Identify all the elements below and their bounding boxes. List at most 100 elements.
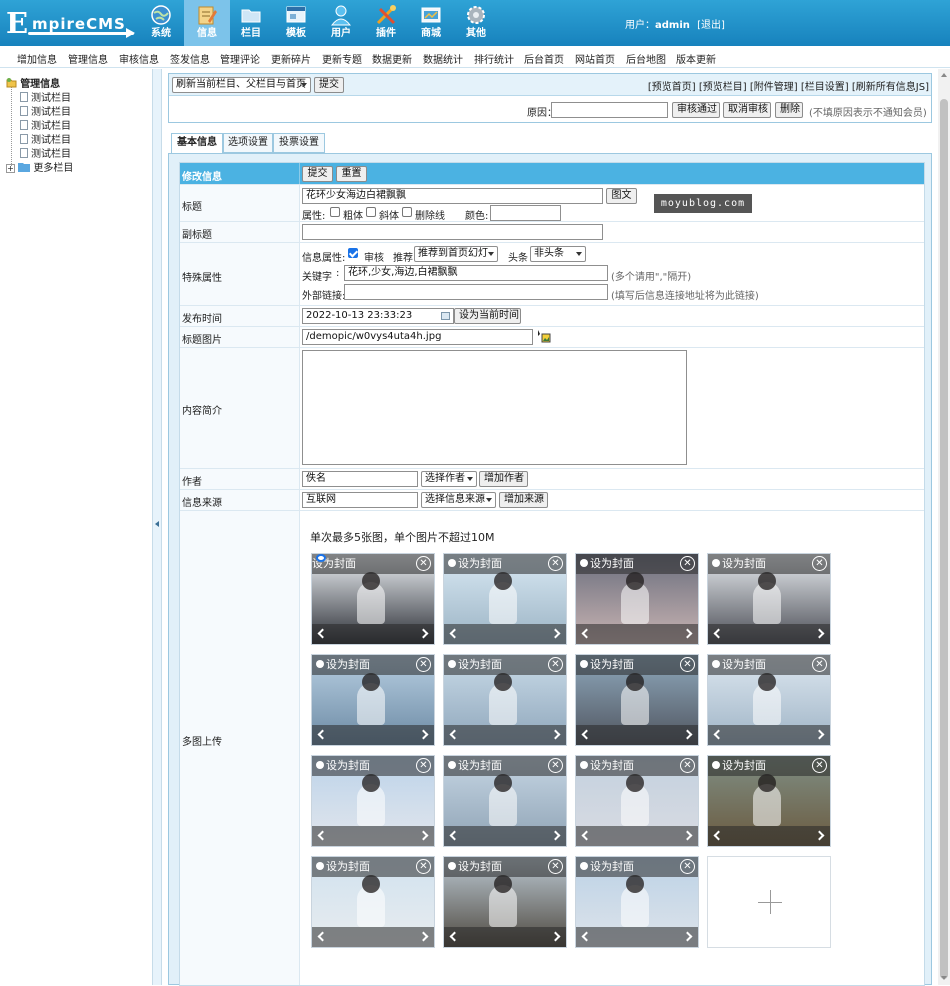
move-left-icon[interactable] — [581, 729, 592, 740]
subtitle-input[interactable] — [302, 224, 603, 240]
submenu-add-info[interactable]: 增加信息 — [17, 51, 57, 66]
keywords-input[interactable]: 花环,少女,海边,白裙飘飘 — [344, 265, 608, 281]
move-right-icon[interactable] — [682, 729, 693, 740]
remove-image-icon[interactable]: ✕ — [416, 556, 431, 571]
gallery-image-card[interactable]: 设为封面 ✕ — [443, 856, 567, 948]
source-input[interactable]: 互联网 — [302, 492, 418, 508]
move-right-icon[interactable] — [550, 830, 561, 841]
move-right-icon[interactable] — [682, 628, 693, 639]
gallery-image-card[interactable]: 设为封面 ✕ — [311, 553, 435, 645]
titlepic-input[interactable]: /demopic/w0vys4uta4h.jpg — [302, 329, 533, 345]
link-preview-column[interactable]: [预览栏目] — [699, 82, 747, 93]
refresh-submit-button[interactable]: 提交 — [314, 77, 344, 93]
headline-select[interactable]: 非头条 — [530, 246, 586, 262]
approve-button[interactable]: 审核通过 — [672, 102, 720, 118]
cover-radio[interactable] — [580, 559, 588, 567]
tree-root[interactable]: 管理信息 — [6, 75, 60, 90]
remove-image-icon[interactable]: ✕ — [680, 657, 695, 672]
move-right-icon[interactable] — [550, 729, 561, 740]
cover-radio[interactable] — [316, 761, 324, 769]
collapse-arrow-icon[interactable] — [155, 521, 159, 527]
submenu-site-home[interactable]: 网站首页 — [575, 51, 615, 66]
cover-radio[interactable] — [448, 559, 456, 567]
source-select[interactable]: 选择信息来源 — [421, 492, 496, 508]
gallery-image-card[interactable]: 设为封面 ✕ — [311, 654, 435, 746]
cover-radio[interactable] — [316, 660, 324, 668]
gallery-image-card[interactable]: 设为封面 ✕ — [575, 856, 699, 948]
tree-item[interactable]: 测试栏目 — [20, 131, 71, 146]
nav-other[interactable]: 其他 — [453, 0, 499, 46]
cover-radio[interactable] — [580, 761, 588, 769]
cover-radio[interactable] — [712, 660, 720, 668]
move-right-icon[interactable] — [814, 830, 825, 841]
cover-radio[interactable] — [316, 862, 324, 870]
tab-basic-info[interactable]: 基本信息 — [171, 133, 223, 154]
move-left-icon[interactable] — [449, 931, 460, 942]
remove-image-icon[interactable]: ✕ — [548, 758, 563, 773]
remove-image-icon[interactable]: ✕ — [812, 758, 827, 773]
expand-plus-icon[interactable]: + — [6, 164, 15, 173]
gallery-image-card[interactable]: 设为封面 ✕ — [311, 856, 435, 948]
scroll-thumb[interactable] — [940, 99, 948, 979]
cover-radio[interactable] — [448, 862, 456, 870]
remove-image-icon[interactable]: ✕ — [812, 657, 827, 672]
cover-radio[interactable] — [712, 559, 720, 567]
cover-radio[interactable] — [580, 862, 588, 870]
form-reset-button[interactable]: 重置 — [336, 166, 367, 182]
move-right-icon[interactable] — [418, 830, 429, 841]
move-left-icon[interactable] — [449, 729, 460, 740]
move-left-icon[interactable] — [317, 628, 328, 639]
submenu-audit-info[interactable]: 审核信息 — [119, 51, 159, 66]
recommend-select[interactable]: 推荐到首页幻灯 — [414, 246, 498, 262]
tree-item[interactable]: 测试栏目 — [20, 145, 71, 160]
link-refresh-all-js[interactable]: [刷新所有信息JS] — [852, 82, 929, 93]
link-attachment-manage[interactable]: [附件管理] — [750, 82, 798, 93]
cover-radio[interactable] — [712, 761, 720, 769]
italic-checkbox[interactable] — [366, 207, 376, 217]
add-source-button[interactable]: 增加来源 — [499, 492, 548, 508]
tree-more[interactable]: + 更多栏目 — [6, 159, 73, 174]
link-preview-home[interactable]: [预览首页] — [648, 82, 696, 93]
cover-radio[interactable] — [580, 660, 588, 668]
strike-checkbox[interactable] — [402, 207, 412, 217]
pubtime-input[interactable]: 2022-10-13 23:33:23 — [302, 308, 454, 324]
nav-plugin[interactable]: 插件 — [363, 0, 409, 46]
cover-radio[interactable] — [316, 554, 326, 562]
form-submit-button[interactable]: 提交 — [302, 166, 333, 182]
submenu-data-update[interactable]: 数据更新 — [372, 51, 412, 66]
gallery-image-card[interactable]: 设为封面 ✕ — [575, 654, 699, 746]
move-right-icon[interactable] — [682, 931, 693, 942]
move-left-icon[interactable] — [449, 628, 460, 639]
remove-image-icon[interactable]: ✕ — [416, 859, 431, 874]
color-input[interactable] — [490, 205, 561, 221]
delete-button[interactable]: 删除 — [775, 102, 803, 118]
tree-item[interactable]: 测试栏目 — [20, 103, 71, 118]
nav-user[interactable]: 用户 — [318, 0, 364, 46]
move-right-icon[interactable] — [814, 628, 825, 639]
move-left-icon[interactable] — [317, 729, 328, 740]
gallery-image-card[interactable]: 设为封面 ✕ — [707, 755, 831, 847]
gallery-image-card[interactable]: 设为封面 ✕ — [443, 553, 567, 645]
bold-checkbox[interactable] — [330, 207, 340, 217]
cover-radio[interactable] — [448, 761, 456, 769]
submenu-data-stats[interactable]: 数据统计 — [423, 51, 463, 66]
gallery-image-card[interactable]: 设为封面 ✕ — [575, 755, 699, 847]
select-image-icon[interactable] — [537, 330, 551, 343]
submenu-update-topic[interactable]: 更新专题 — [322, 51, 362, 66]
remove-image-icon[interactable]: ✕ — [812, 556, 827, 571]
cover-radio[interactable] — [448, 660, 456, 668]
title-picture-button[interactable]: 图文 — [606, 188, 637, 204]
summary-textarea[interactable] — [302, 350, 687, 465]
nav-column[interactable]: 栏目 — [228, 0, 274, 46]
gallery-image-card[interactable]: 设为封面 ✕ — [707, 654, 831, 746]
submenu-rank-stats[interactable]: 排行统计 — [474, 51, 514, 66]
move-left-icon[interactable] — [713, 830, 724, 841]
add-author-button[interactable]: 增加作者 — [479, 471, 528, 487]
move-left-icon[interactable] — [317, 931, 328, 942]
move-right-icon[interactable] — [550, 628, 561, 639]
scroll-down-arrow-icon[interactable] — [941, 976, 947, 980]
move-right-icon[interactable] — [418, 931, 429, 942]
external-link-input[interactable] — [344, 284, 608, 300]
gallery-image-card[interactable]: 设为封面 ✕ — [443, 654, 567, 746]
gallery-image-card[interactable]: 设为封面 ✕ — [311, 755, 435, 847]
